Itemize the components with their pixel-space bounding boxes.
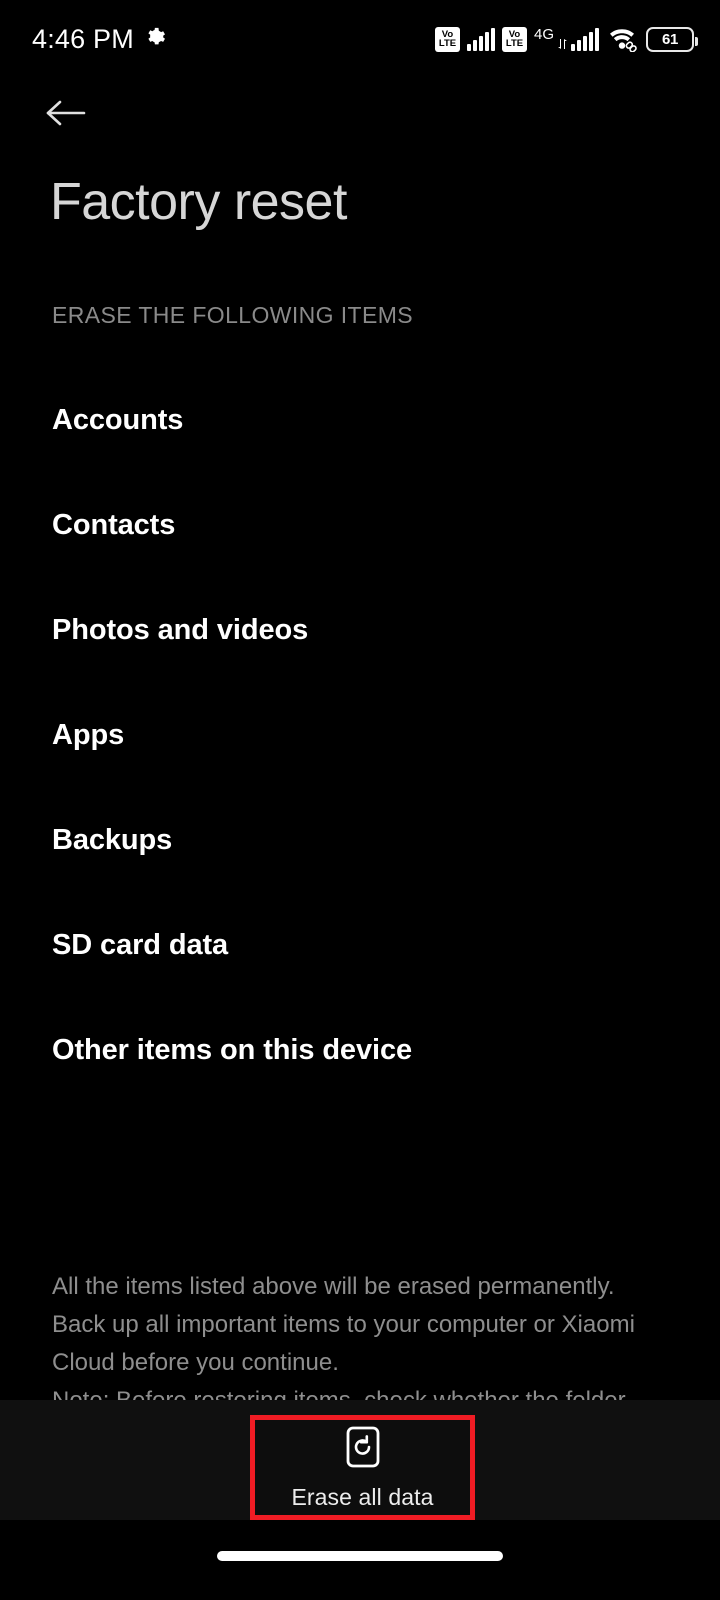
network-type-group: 4G xyxy=(534,27,599,51)
list-item-label: Backups xyxy=(52,824,173,856)
phone-screen: 4:46 PM Vo LTE Vo LTE 4G 61 Factory rese… xyxy=(0,0,720,1600)
erase-all-data-button[interactable]: Erase all data xyxy=(250,1415,475,1520)
signal-bars-icon-sim2 xyxy=(571,27,599,51)
data-transfer-arrows-icon xyxy=(557,38,568,50)
list-item-label: Accounts xyxy=(52,404,184,436)
battery-level-label: 61 xyxy=(661,30,679,48)
page-title: Factory reset xyxy=(50,173,347,231)
list-item-label: Other items on this device xyxy=(52,1034,412,1066)
list-item[interactable]: SD card data xyxy=(0,893,720,998)
erase-all-data-label: Erase all data xyxy=(291,1483,434,1510)
list-item[interactable]: Photos and videos xyxy=(0,578,720,683)
back-button[interactable] xyxy=(44,90,100,140)
volte-badge-sim1-bottom: LTE xyxy=(438,38,457,49)
factory-reset-icon xyxy=(344,1425,382,1474)
volte-badge-sim1: Vo LTE xyxy=(434,26,460,52)
list-item[interactable]: Backups xyxy=(0,788,720,893)
section-header: ERASE THE FOLLOWING ITEMS xyxy=(52,302,414,328)
list-item-label: SD card data xyxy=(52,929,229,961)
list-item[interactable]: Contacts xyxy=(0,473,720,578)
list-item[interactable]: Other items on this device xyxy=(0,998,720,1103)
footer-notes: All the items listed above will be erase… xyxy=(52,1268,652,1382)
navigation-bar xyxy=(0,1520,720,1600)
battery-icon: 61 xyxy=(646,26,698,52)
erase-items-list: Accounts Contacts Photos and videos Apps… xyxy=(0,368,720,1103)
status-bar-right: Vo LTE Vo LTE 4G 61 xyxy=(434,26,698,52)
status-bar-clock: 4:46 PM xyxy=(32,23,134,54)
wifi-icon xyxy=(606,26,639,52)
back-arrow-icon xyxy=(44,96,88,135)
status-bar: 4:46 PM Vo LTE Vo LTE 4G 61 xyxy=(0,0,720,78)
status-bar-left: 4:46 PM xyxy=(32,24,166,55)
list-item[interactable]: Apps xyxy=(0,683,720,788)
signal-bars-icon-sim1 xyxy=(466,27,495,51)
network-type-label: 4G xyxy=(533,26,554,43)
footer-warning-text: All the items listed above will be erase… xyxy=(52,1273,635,1376)
list-item-label: Photos and videos xyxy=(52,614,309,646)
volte-badge-sim2-bottom: LTE xyxy=(505,38,524,49)
list-item-label: Apps xyxy=(52,719,125,751)
gear-icon xyxy=(144,26,166,53)
list-item[interactable]: Accounts xyxy=(0,368,720,473)
home-indicator[interactable] xyxy=(217,1551,503,1561)
list-item-label: Contacts xyxy=(52,509,176,541)
volte-badge-sim2: Vo LTE xyxy=(501,26,527,52)
